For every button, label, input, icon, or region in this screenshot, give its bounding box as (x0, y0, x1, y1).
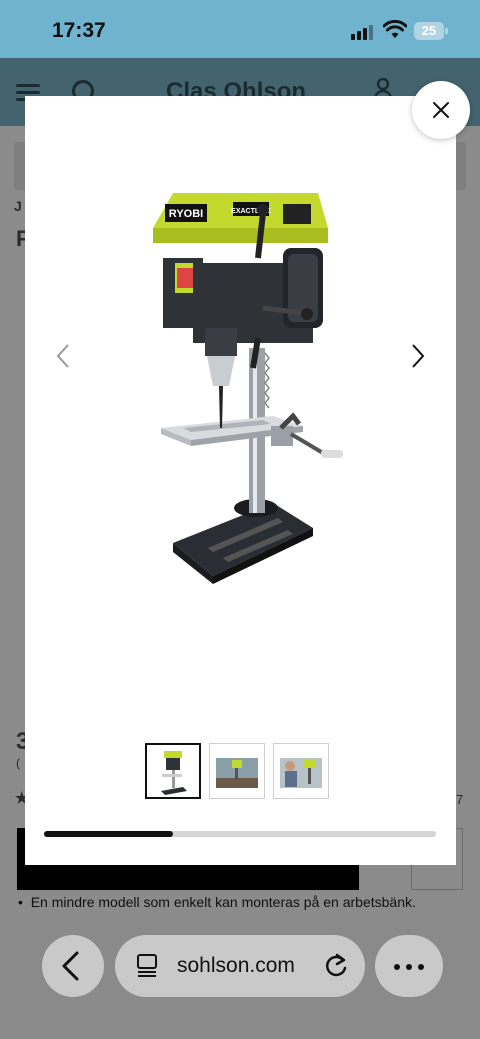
rating-count-fragment: 7 (456, 792, 464, 807)
thumbnail-3[interactable] (273, 743, 329, 799)
url-text[interactable]: sohlson.com (177, 954, 295, 978)
gallery-progress-fill (44, 831, 174, 837)
chevron-right-icon[interactable] (403, 342, 431, 370)
close-button[interactable] (412, 81, 470, 139)
image-gallery-modal: RYOBI EXACTLINE (25, 96, 456, 865)
breadcrumb-fragment: J (14, 198, 22, 214)
battery-level: 25 (421, 23, 437, 38)
chevron-left-icon (62, 951, 79, 981)
brand-label: RYOBI (169, 208, 203, 220)
thumbnail-1[interactable] (145, 743, 201, 799)
browser-back-button[interactable] (42, 935, 104, 997)
status-bar: 17:37 25 (0, 0, 480, 58)
cellular-signal-icon (351, 24, 373, 40)
more-icon (394, 964, 400, 970)
gallery-progress-bar (44, 831, 436, 837)
more-button[interactable] (375, 935, 443, 997)
price-sub-fragment: ( (16, 756, 20, 770)
thumbnail-strip (145, 743, 329, 799)
reload-icon[interactable] (323, 952, 349, 980)
close-icon (433, 102, 449, 118)
product-bullet-text: En mindre modell som enkelt kan monteras… (30, 894, 416, 910)
status-time: 17:37 (52, 19, 106, 42)
battery-icon: 25 (414, 22, 448, 40)
product-image: RYOBI EXACTLINE (153, 193, 343, 584)
address-bar[interactable]: sohlson.com (115, 935, 365, 997)
tabs-icon[interactable] (135, 953, 161, 979)
product-bullet: • En mindre modell som enkelt kan monter… (18, 894, 416, 910)
chevron-left-icon[interactable] (50, 342, 78, 370)
wifi-icon (383, 20, 407, 38)
thumbnail-2[interactable] (209, 743, 265, 799)
